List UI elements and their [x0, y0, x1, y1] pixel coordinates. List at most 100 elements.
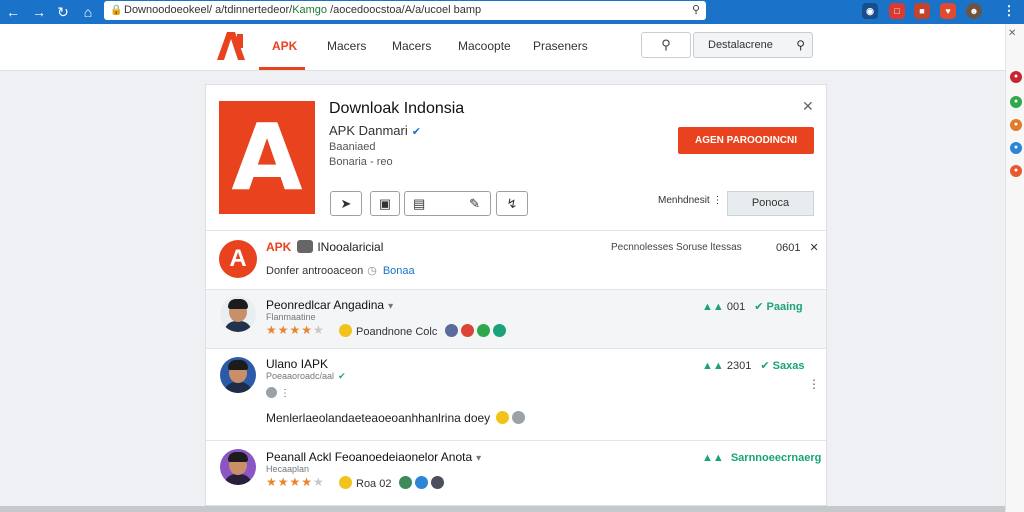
note-button[interactable]: ▣ — [370, 191, 400, 216]
extension-puzzle-icon[interactable]: ◉ — [862, 3, 878, 19]
app-title: Downloak Indonsia — [329, 100, 465, 117]
extension-red-icon[interactable]: □ — [889, 3, 905, 19]
avatar[interactable] — [220, 449, 256, 485]
app-logo-icon: A — [219, 101, 315, 214]
check-icon: ✔ — [754, 301, 764, 313]
install-button[interactable]: AGEN PAROODINCNI — [678, 127, 814, 154]
extension-heart-icon[interactable]: ♥ — [940, 3, 956, 19]
review-badge-text: Roa 02 — [356, 478, 392, 490]
active-tab-indicator — [259, 67, 305, 70]
review-text: Menlerlaeolandaeteaoeoanhhanlrina doey — [266, 411, 526, 425]
back-icon[interactable]: ← — [4, 3, 22, 21]
vote-label: Sarnnoeecrnaerg — [730, 452, 822, 464]
nav-macoopte[interactable]: Macoopte — [458, 39, 511, 53]
reviewer-sub-text: Poeaaoroadc/aal — [266, 371, 335, 381]
developer-section: A APK INooalaricial Donfer antrooaceon ◷ Bo… — [206, 231, 826, 289]
reviewer-name-text: Peonredlcar Angadina — [266, 298, 385, 312]
side-red-icon[interactable]: ● — [1010, 71, 1022, 83]
nav-macers-2[interactable]: Macers — [392, 39, 431, 53]
rating-stars: ★★★★★ — [266, 323, 325, 337]
thumbs-up-icon: ▲▲ — [702, 301, 724, 313]
thumbs-up-icon: ▲▲ — [702, 452, 724, 464]
side-blue-icon[interactable]: ● — [1010, 142, 1022, 154]
side-orange-icon-2[interactable]: ● — [1010, 165, 1022, 177]
site-search-input[interactable]: Destalacrene ⚲ — [693, 32, 813, 58]
verified-icon: ✔ — [411, 126, 421, 138]
list-icon: ▤ — [413, 196, 426, 211]
developer-count-text: 0601 — [776, 242, 801, 254]
vote-label: Paaing — [766, 301, 803, 313]
secondary-button[interactable]: Ponoca — [727, 191, 814, 216]
reviewer-name[interactable]: Ulano IAPK — [266, 357, 328, 371]
vote-count[interactable]: ▲▲ 001 ✔ Paaing — [702, 300, 803, 313]
site-header: APK Macers Macers Macoopte Praseners ⚲ D… — [0, 24, 1005, 71]
bookmark-icon: ↯ — [506, 196, 518, 211]
developer-stats: Pecnnolesses Soruse ltessas — [611, 242, 742, 253]
developer-brand: APK — [266, 240, 292, 254]
map-icon — [477, 324, 491, 337]
home-icon[interactable]: ⌂ — [79, 3, 97, 21]
developer-desc-text: Donfer antrooaceon — [266, 265, 364, 277]
search-icon: ⚲ — [796, 38, 805, 52]
developer-name-text: INooalaricial — [317, 240, 384, 254]
vote-count[interactable]: ▲▲ 2301 ✔ Saxas — [702, 359, 804, 372]
url-path: /aocedoocstoa/A/a/ucoel bamp — [327, 4, 482, 16]
bookmark-button[interactable]: ↯ — [496, 191, 528, 216]
review-item: Peonredlcar Angadina ▾ Flanmaatine ★★★★★ … — [206, 290, 826, 348]
close-icon[interactable]: ✕ — [802, 98, 814, 115]
horizontal-scrollbar[interactable] — [0, 506, 1005, 512]
vote-count-text: 2301 — [726, 360, 752, 372]
browser-menu-icon[interactable]: ⋮ — [1001, 3, 1017, 19]
side-orange-icon[interactable]: ● — [1010, 119, 1022, 131]
avatar-icon — [399, 476, 413, 489]
toggle-icon — [266, 387, 277, 398]
nav-apk[interactable]: APK — [272, 39, 297, 53]
more-menu-icon[interactable]: ⋮ — [808, 377, 820, 391]
developer-link[interactable]: Bonaa — [383, 265, 415, 277]
app-meta-2: Bonaria - reo — [329, 156, 393, 168]
list-edit-button[interactable]: ▤ ✎ — [404, 191, 491, 216]
forward-icon[interactable]: → — [30, 3, 48, 21]
review-item: Ulano IAPK Poeaaoroadc/aal ✔ ⋮ Menlerlaeo… — [206, 349, 826, 440]
browser-toolbar: ← → ↻ ⌂ 🔒 Downoodoeokeel/ a/tdinnertedeo… — [0, 0, 1024, 24]
developer-name[interactable]: APK INooalaricial — [266, 240, 383, 254]
reviewer-name[interactable]: Peanall Ackl Feoanoedeiaonelor Anota ▾ — [266, 450, 481, 464]
reviewer-sub: Flanmaatine — [266, 312, 316, 322]
app-subtitle-text: APK Danmari — [329, 123, 408, 138]
nav-praseners[interactable]: Praseners — [533, 39, 588, 53]
search-button[interactable]: ⚲ — [641, 32, 691, 58]
vote-count[interactable]: ▲▲ Sarnnoeecrnaerg — [702, 452, 821, 464]
reviewer-name[interactable]: Peonredlcar Angadina ▾ — [266, 298, 393, 312]
clock-icon: ◷ — [367, 265, 377, 277]
avatar[interactable] — [220, 296, 256, 332]
search-icon[interactable]: ⚲ — [692, 1, 700, 20]
avatar-icon — [431, 476, 445, 489]
review-text-body: Menlerlaeolandaeteaoeoanhhanlrina doey — [266, 411, 491, 425]
developer-desc: Donfer antrooaceon ◷ Bonaa — [266, 264, 415, 277]
profile-avatar[interactable]: ☻ — [966, 3, 982, 19]
avatar-icon — [445, 324, 459, 337]
site-logo[interactable] — [213, 30, 249, 62]
share-button[interactable]: ➤ — [330, 191, 362, 216]
scroll-up-icon[interactable]: ✕ — [1008, 28, 1016, 39]
extension-shield-icon[interactable]: ■ — [914, 3, 930, 19]
reload-icon[interactable]: ↻ — [54, 3, 72, 21]
side-green-icon[interactable]: ● — [1010, 96, 1022, 108]
review-badge: Poandnone Colc — [336, 324, 507, 338]
tag-icon — [297, 240, 314, 253]
reaction-icon — [512, 411, 526, 424]
avatar[interactable] — [220, 357, 256, 393]
avatar-icon — [415, 476, 429, 489]
pencil-icon: ✎ — [469, 196, 480, 211]
chevron-down-icon: ▾ — [476, 453, 482, 464]
reaction-toggle[interactable]: ⋮ — [266, 387, 290, 399]
more-options[interactable]: Menhdnesit ⋮ — [658, 195, 722, 206]
app-meta-1: Baaniaed — [329, 141, 376, 153]
check-icon: ✔ — [760, 360, 770, 372]
nav-macers[interactable]: Macers — [327, 39, 366, 53]
address-bar[interactable]: 🔒 Downoodoeokeel/ a/tdinnertedeor/Kamgo … — [104, 1, 706, 20]
chrome-icon — [461, 324, 475, 337]
close-icon[interactable]: ✕ — [810, 242, 819, 254]
chevron-down-icon: ▾ — [388, 301, 394, 312]
review-badge-text: Poandnone Colc — [356, 326, 438, 338]
